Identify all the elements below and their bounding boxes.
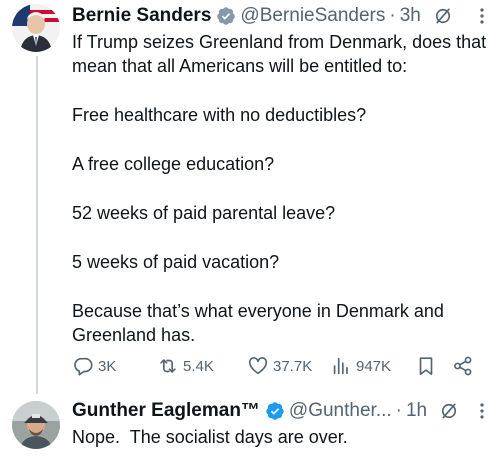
views-button[interactable]: 947K [330,355,391,377]
grok-icon[interactable] [439,401,459,421]
retweet-button[interactable]: 5.4K [157,355,214,377]
author-name[interactable]: Gunther Eagleman™ [72,400,260,422]
verified-badge-icon [266,402,284,420]
tweet-body: If Trump seizes Greenland from Denmark, … [72,30,490,347]
tweet-action-bar: 3K 5.4K 37.7K 947K [72,355,482,381]
tweet-paragraph: Free healthcare with no deductibles? [72,105,367,125]
retweet-count: 5.4K [183,357,214,375]
grok-icon[interactable] [433,6,453,26]
like-count: 37.7K [273,357,313,375]
views-count: 947K [356,357,392,375]
separator-dot: · [395,400,402,421]
more-options-icon[interactable] [474,401,490,421]
tweet-paragraph: A free college education? [72,154,275,174]
retweet-icon [160,359,176,373]
author-name[interactable]: Bernie Sanders [72,5,211,27]
verified-badge-icon [217,7,236,25]
avatar-gunther[interactable] [12,401,60,449]
tweet-text: Nope. The socialist days are over. [72,427,348,447]
more-options-icon[interactable] [474,6,490,26]
bookmark-icon [419,357,433,376]
reply-icon [74,357,93,376]
share-button[interactable] [452,355,478,377]
author-handle[interactable]: @Gunther... [289,400,392,422]
avatar-bernie[interactable] [12,4,60,52]
tweet-header: Gunther Eagleman™ @Gunther... · 1h [72,398,490,424]
tweet-gunther[interactable]: Gunther Eagleman™ @Gunther... · 1h Nope.… [72,398,490,449]
tweet-paragraph: 5 weeks of paid vacation? [72,252,280,272]
tweet-bernie[interactable]: Bernie Sanders @BernieSanders · 3h If Tr… [72,3,490,347]
reply-count: 3K [98,357,117,375]
thread-line [36,56,38,394]
views-icon [333,357,348,375]
heart-icon [248,357,268,375]
bookmark-button[interactable] [415,355,441,377]
timestamp[interactable]: 1h [406,400,427,422]
share-icon [454,356,472,376]
author-handle[interactable]: @BernieSanders [240,5,385,27]
separator-dot: · [389,5,396,26]
like-button[interactable]: 37.7K [247,355,312,377]
reply-button[interactable]: 3K [72,355,116,377]
timestamp[interactable]: 3h [400,5,421,27]
tweet-paragraph: Because that’s what everyone in Denmark … [72,301,444,345]
tweet-paragraph: 52 weeks of paid parental leave? [72,203,336,223]
tweet-paragraph: If Trump seizes Greenland from Denmark, … [72,32,487,76]
tweet-header: Bernie Sanders @BernieSanders · 3h [72,3,490,29]
